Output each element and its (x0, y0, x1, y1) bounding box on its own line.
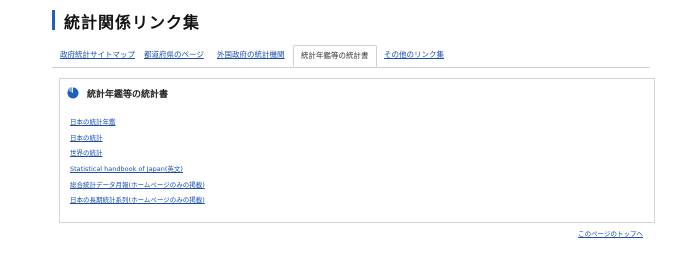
pie-chart-icon (67, 87, 79, 99)
link-statistics-of-japan[interactable]: 日本の統計 (70, 133, 205, 149)
link-world-statistics[interactable]: 世界の統計 (70, 148, 205, 164)
tab-bar: 政府統計サイトマップ 都道府県のページ 外国政府の統計機関 統計年鑑等の統計書 … (52, 45, 650, 68)
content-panel: 統計年鑑等の統計書 日本の統計年鑑 日本の統計 世界の統計 Statistica… (59, 78, 655, 223)
link-list: 日本の統計年鑑 日本の統計 世界の統計 Statistical handbook… (70, 117, 205, 211)
title-accent-bar (52, 10, 55, 30)
section-title: 統計年鑑等の統計書 (87, 89, 169, 100)
link-historical-statistics[interactable]: 日本の長期統計系列(ホームページのみの掲載) (70, 195, 205, 211)
tab-prefectures[interactable]: 都道府県のページ (144, 49, 204, 60)
tab-statistical-yearbooks[interactable]: 統計年鑑等の統計書 (293, 45, 377, 67)
link-monthly-statistics[interactable]: 総合統計データ月報(ホームページのみの掲載) (70, 180, 205, 196)
tab-government-sitemap[interactable]: 政府統計サイトマップ (60, 49, 135, 60)
page-top-link[interactable]: このページのトップへ (578, 228, 643, 238)
page-title: 統計関係リンク集 (64, 13, 201, 32)
section-header: 統計年鑑等の統計書 (67, 85, 168, 101)
link-statistical-handbook[interactable]: Statistical handbook of Japan(英文) (70, 164, 205, 180)
tab-other-links[interactable]: その他のリンク集 (384, 49, 444, 60)
link-japan-statistical-yearbook[interactable]: 日本の統計年鑑 (70, 117, 205, 133)
tab-foreign-statistics[interactable]: 外国政府の統計機関 (217, 49, 285, 60)
